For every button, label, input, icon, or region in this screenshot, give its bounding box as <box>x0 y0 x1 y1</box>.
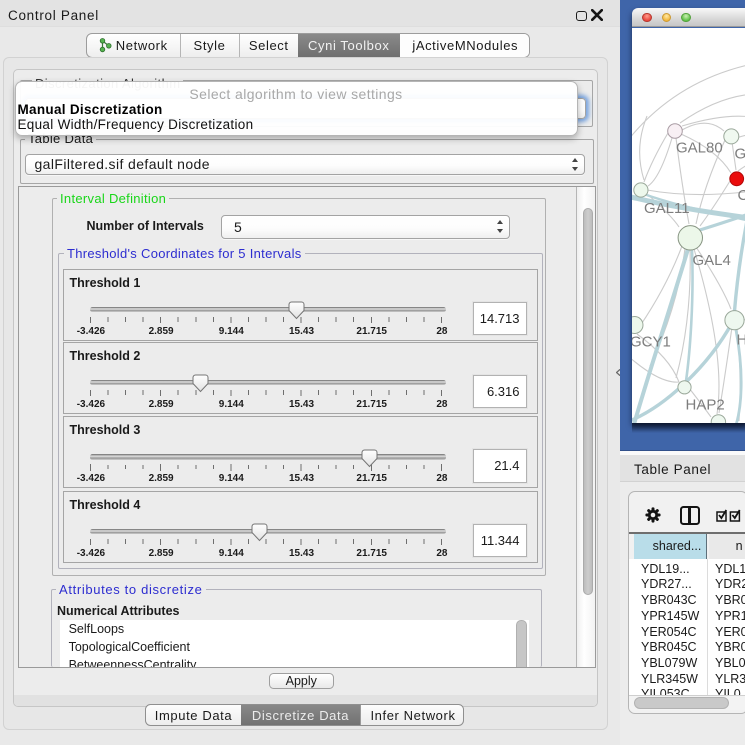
svg-text:GAL4: GAL4 <box>693 252 731 269</box>
svg-text:H: H <box>737 331 745 348</box>
svg-text:GAL11: GAL11 <box>644 200 690 217</box>
svg-text:GA: GA <box>735 145 745 162</box>
svg-text:HAP2: HAP2 <box>686 396 725 413</box>
svg-text:GAL80: GAL80 <box>676 139 723 156</box>
svg-text:GCY1: GCY1 <box>632 333 671 350</box>
svg-text:C: C <box>738 187 745 204</box>
